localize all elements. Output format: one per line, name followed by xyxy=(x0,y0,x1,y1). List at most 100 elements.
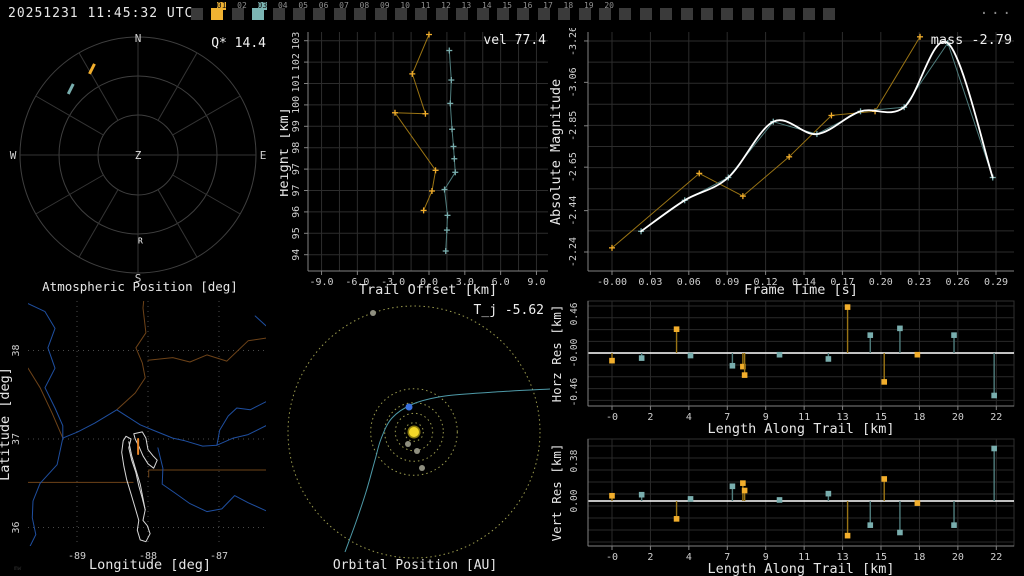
overflow-menu-dots[interactable]: ... xyxy=(980,2,1014,18)
y-tick-label: 98 xyxy=(291,142,302,154)
frame-button-10[interactable]: 10 xyxy=(395,2,410,20)
frame-button[interactable] xyxy=(782,8,795,20)
light-curve-panel: -0.00 0.03 0.06 0.09 0.12 0.14 0.17 0.20 0.23 0.2… xyxy=(550,28,1014,298)
frame-number: 07 xyxy=(339,1,349,10)
frame-button-04[interactable]: 04 xyxy=(272,2,288,20)
y-tick-label: 38 xyxy=(11,344,22,356)
x-tick-label: 20 xyxy=(952,552,964,563)
frame-button-12[interactable]: 12 xyxy=(435,2,451,20)
frame-button-14[interactable]: 14 xyxy=(476,2,492,20)
frame-button-07[interactable]: 07 xyxy=(333,2,349,20)
tisserand-badge: T_j -5.62 xyxy=(474,303,544,318)
y-tick-label: 0.00 xyxy=(569,489,580,512)
y-tick-label: -3.06 xyxy=(568,67,579,97)
timestamp: 20251231 11:45:32 UTC xyxy=(8,6,194,21)
compass-north: N xyxy=(135,32,142,45)
frame-button[interactable] xyxy=(680,8,693,20)
trail-offset-panel: -9.0 -6.0 -3.0 0.0 3.0 6.0 9.09495969797989910… xyxy=(280,31,548,298)
y-tick-label: 101 xyxy=(291,74,302,92)
frame-button-19[interactable]: 19 xyxy=(578,2,594,20)
velocity-badge: vel 77.4 xyxy=(483,33,546,48)
x-tick-label: 4 xyxy=(686,412,692,423)
frame-button-16[interactable]: 16 xyxy=(517,2,532,20)
frame-button[interactable] xyxy=(701,8,713,20)
frame-button[interactable] xyxy=(639,8,652,20)
x-tick-label: 4 xyxy=(686,552,692,563)
vert-residual-panel: -0 2 4 7 9 11 13 15 18 20 220.380.00Length Along T… xyxy=(550,438,1015,576)
x-tick-label: -0.00 xyxy=(597,277,627,288)
frame-button-17[interactable]: 17 xyxy=(537,2,553,20)
x-tick-label: 22 xyxy=(990,412,1002,423)
x-axis-label: Frame Time [s] xyxy=(744,282,858,298)
y-tick-label: 97 xyxy=(291,184,302,196)
frame-button-11[interactable]: 11 xyxy=(415,2,430,20)
y-tick-label: -2.65 xyxy=(568,152,579,182)
frame-number: 16 xyxy=(522,1,533,10)
frame-number: 06 xyxy=(318,1,329,10)
y-tick-label: 103 xyxy=(291,32,302,50)
frame-button-02[interactable]: 02 xyxy=(231,2,247,20)
y-tick-label: -3.26 xyxy=(568,28,579,56)
x-tick-label: 0.06 xyxy=(677,277,701,288)
panel-title: Orbital Position [AU] xyxy=(333,558,497,573)
panel-title: Atmospheric Position [deg] xyxy=(42,279,238,294)
x-axis-label: Length Along Trail [km] xyxy=(708,561,895,576)
x-tick-label: 0.09 xyxy=(715,277,739,288)
frame-button-13[interactable]: 13 xyxy=(456,2,471,20)
frame-number: 14 xyxy=(481,1,492,10)
frame-strip: 01 02 03 04 05 06 07 08 09 10 11 12 13 14 15 16 17 18 19 20 xyxy=(191,0,851,28)
frame-button[interactable] xyxy=(762,8,775,20)
y-tick-label: -2.24 xyxy=(568,237,579,267)
y-axis-label: Vert Res [km] xyxy=(550,444,564,542)
ground-map-panel: -89 -88 -87363738Longitude [deg]Latitude [… xyxy=(0,301,266,573)
compass-west: W xyxy=(10,149,17,162)
x-tick-label: 2 xyxy=(647,412,653,423)
frame-button[interactable] xyxy=(191,8,203,20)
frame-button-15[interactable]: 15 xyxy=(497,2,512,20)
frame-number: 18 xyxy=(563,1,574,10)
frame-button[interactable] xyxy=(721,8,734,20)
frame-button-08[interactable]: 08 xyxy=(354,2,369,20)
x-tick-label: 18 xyxy=(913,412,925,423)
frame-button[interactable] xyxy=(660,8,673,20)
y-tick-label: 102 xyxy=(291,53,302,71)
x-tick-label: 0.29 xyxy=(984,277,1008,288)
frame-button[interactable] xyxy=(823,8,836,20)
frame-button-20[interactable]: 20 xyxy=(599,2,614,20)
x-tick-label: -89 xyxy=(68,551,86,562)
frame-number: 05 xyxy=(298,1,308,10)
frame-number: 11 xyxy=(420,1,431,10)
y-tick-label: -2.44 xyxy=(568,196,579,226)
frame-button-05[interactable]: 05 xyxy=(293,2,308,20)
watermark: mw xyxy=(14,565,22,572)
frame-button-18[interactable]: 18 xyxy=(558,2,573,20)
x-tick-label: -87 xyxy=(210,551,228,562)
atmospheric-position-panel: NSW EZRQ* 14.4Atmospheric Position [deg] xyxy=(10,32,267,294)
frame-button-03[interactable]: 03 xyxy=(252,2,268,20)
top-bar: 20251231 11:45:32 UTC 01 02 03 04 05 06 07 08 09… xyxy=(0,0,1024,28)
frame-button[interactable] xyxy=(741,8,754,20)
y-axis-label: Height [km] xyxy=(280,107,292,196)
y-tick-label: 0.38 xyxy=(569,449,580,472)
frame-button-09[interactable]: 09 xyxy=(374,2,390,20)
x-tick-label: 22 xyxy=(990,552,1002,563)
x-axis-label: Trail Offset [km] xyxy=(359,282,497,298)
q-value-badge: Q* 14.4 xyxy=(211,36,266,51)
frame-number: 01 xyxy=(216,1,227,10)
y-tick-label: 99 xyxy=(291,120,302,132)
frame-button-06[interactable]: 06 xyxy=(313,2,328,20)
frame-button[interactable] xyxy=(803,8,815,20)
y-tick-label: 95 xyxy=(291,227,302,239)
y-tick-label: 94 xyxy=(291,249,302,261)
x-tick-label: 20 xyxy=(952,412,964,423)
frame-number: 17 xyxy=(543,1,553,10)
x-tick-label: -0 xyxy=(606,412,618,423)
y-tick-label: -0.46 xyxy=(569,378,580,407)
x-axis-label: Length Along Trail [km] xyxy=(708,421,895,436)
frame-button[interactable] xyxy=(619,8,632,20)
y-tick-label: 97 xyxy=(291,163,302,175)
x-tick-label: 0.23 xyxy=(907,277,931,288)
x-tick-label: 18 xyxy=(913,552,925,563)
y-tick-label: 100 xyxy=(291,96,302,114)
frame-button-01[interactable]: 01 xyxy=(211,2,227,20)
